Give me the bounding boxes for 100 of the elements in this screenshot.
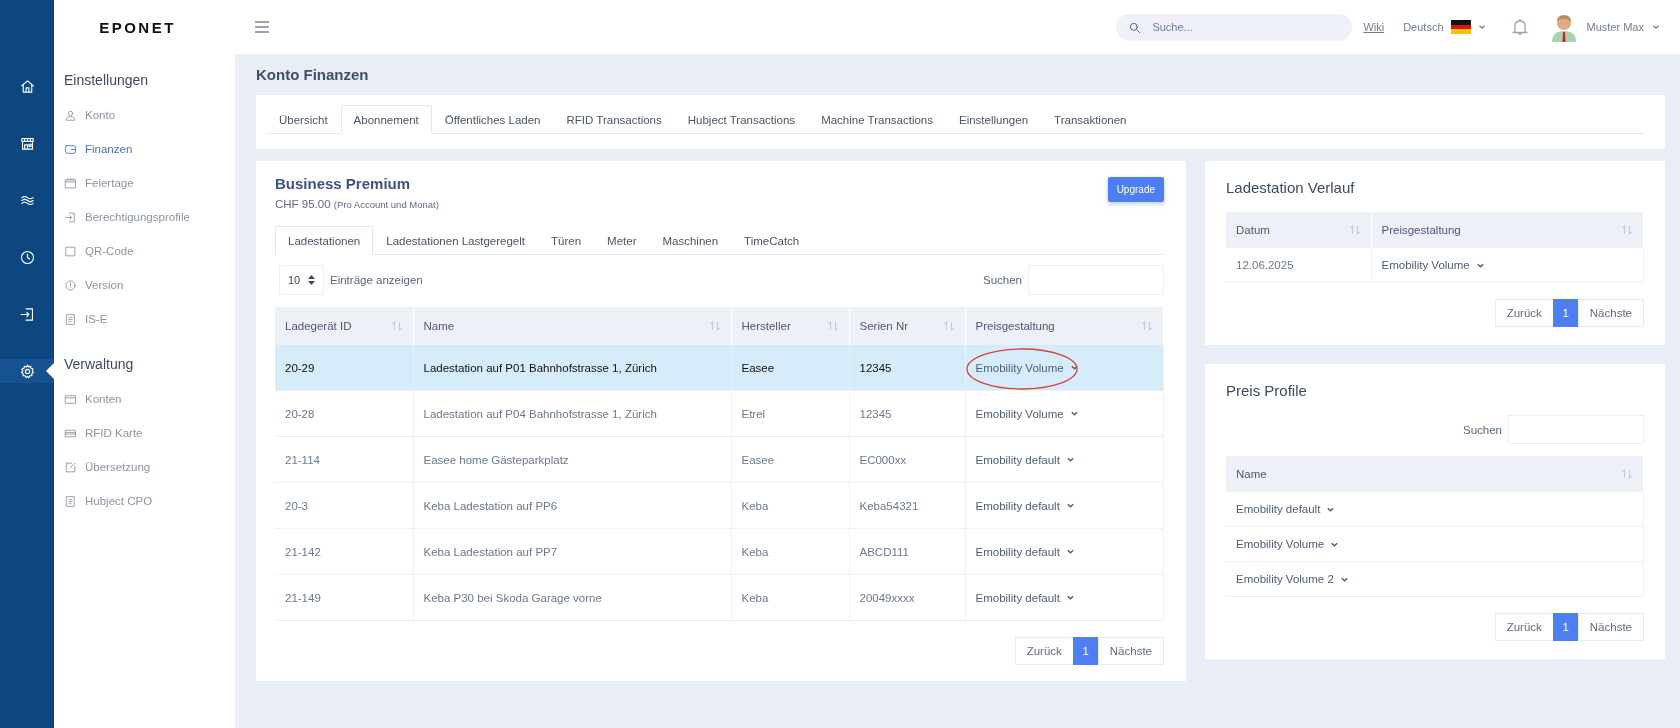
menu-icon[interactable]	[255, 21, 269, 33]
sort-icon[interactable]	[942, 319, 955, 332]
pricing-dropdown[interactable]: Emobility default	[975, 545, 1075, 558]
table-cell: Keba54321	[849, 482, 965, 529]
profile-dropdown[interactable]: Emobility Volume	[1236, 538, 1340, 550]
tab[interactable]: Meter	[594, 226, 650, 255]
home-icon	[18, 77, 36, 95]
page-button[interactable]: 1	[1552, 613, 1579, 641]
tab[interactable]: Hubject Transactions	[674, 105, 809, 134]
bell-icon[interactable]	[1511, 18, 1528, 36]
sidebar-heading: Einstellungen	[64, 72, 150, 88]
tab[interactable]: Übersicht	[266, 105, 341, 134]
sort-icon[interactable]	[1621, 223, 1633, 236]
table-cell: Ladestation auf P04 Bahnhofstrasse 1, Zürich	[413, 390, 731, 437]
pricing-dropdown[interactable]: Emobility default	[975, 591, 1075, 604]
tab[interactable]: Türen	[538, 226, 595, 255]
clock-icon	[18, 248, 36, 266]
column-header[interactable]: Name	[413, 307, 731, 345]
table-cell: Keba	[731, 574, 849, 621]
column-header[interactable]: Serien Nr	[849, 307, 965, 345]
sort-icon[interactable]	[708, 319, 721, 332]
tab[interactable]: Ladestationen	[275, 226, 374, 255]
search-field[interactable]: Suche...	[1116, 13, 1353, 41]
upgrade-button[interactable]: Upgrade	[1107, 177, 1164, 202]
search-icon	[1128, 20, 1143, 35]
tab[interactable]: Transaktionen	[1041, 105, 1140, 134]
login-icon	[64, 210, 77, 224]
column-header[interactable]: Ladegerät ID	[275, 307, 413, 345]
plan-price: CHF 95.00 (Pro Account und Monat)	[275, 198, 439, 210]
next-page-button[interactable]: Nächste	[1097, 637, 1164, 665]
previous-page-button[interactable]: Zurück	[1494, 299, 1554, 327]
user-icon	[64, 108, 77, 122]
next-page-button[interactable]: Nächste	[1577, 613, 1644, 641]
caret-icon	[1065, 501, 1075, 510]
profile-dropdown[interactable]: Emobility default	[1236, 503, 1336, 515]
table-cell: 20049xxxx	[849, 574, 965, 621]
tab[interactable]: Öffentliches Laden	[431, 105, 554, 134]
tab[interactable]: TimeCatch	[731, 226, 813, 255]
info-icon	[64, 278, 77, 292]
previous-page-button[interactable]: Zurück	[1494, 613, 1554, 641]
caret-icon	[1477, 23, 1486, 31]
pricing-dropdown[interactable]: Emobility Volume	[975, 407, 1079, 420]
page-button[interactable]: 1	[1552, 299, 1579, 327]
language-label[interactable]: Deutsch	[1403, 21, 1444, 33]
caret-icon	[1065, 455, 1075, 464]
pricing-dropdown[interactable]: Emobility default	[975, 499, 1075, 512]
sort-icon[interactable]	[826, 319, 839, 332]
sidebar-heading: Verwaltung	[64, 356, 135, 372]
caret-icon	[1069, 409, 1079, 418]
calendar-icon	[64, 176, 77, 190]
column-header[interactable]: Preisgestaltung	[1371, 212, 1644, 248]
page-size-select[interactable]: 10	[279, 265, 324, 295]
tab[interactable]: RFID Transactions	[553, 105, 675, 134]
profile-dropdown[interactable]: Emobility Volume 2	[1236, 573, 1349, 585]
next-page-button[interactable]: Nächste	[1577, 299, 1644, 327]
page-title: Konto Finanzen	[256, 66, 370, 83]
caret-icon	[1065, 593, 1075, 602]
sidebar-item[interactable]: Finanzen	[64, 132, 235, 166]
pricing-dropdown[interactable]: Emobility Volume	[1381, 259, 1485, 271]
user-name[interactable]: Muster Max	[1586, 21, 1644, 33]
table-cell: Easee	[731, 344, 849, 391]
pricing-dropdown[interactable]: Emobility default	[975, 453, 1075, 466]
sort-icon[interactable]	[1348, 223, 1361, 236]
document-icon	[64, 312, 77, 326]
table-cell: 20-28	[275, 390, 413, 437]
card-title: Preis Profile	[1226, 382, 1308, 399]
caret-icon	[1652, 23, 1660, 31]
wiki-link[interactable]: Wiki	[1363, 21, 1385, 33]
table-cell: Easee home Gästeparkplatz	[413, 436, 731, 483]
table-cell: Keba Ladestation auf PP7	[413, 528, 731, 575]
sort-icon[interactable]	[390, 319, 403, 332]
tab[interactable]: Machine Transactions	[808, 105, 946, 134]
tab[interactable]: Abonnement	[340, 105, 432, 134]
tab[interactable]: Ladestationen Lastgeregelt	[373, 226, 538, 255]
previous-page-button[interactable]: Zurück	[1014, 637, 1074, 665]
table-cell: 12.06.2025	[1226, 247, 1371, 283]
column-header[interactable]: Name	[1226, 456, 1644, 492]
table-cell: Keba	[731, 482, 849, 529]
table-cell: Keba Ladestation auf PP6	[413, 482, 731, 529]
spinner-arrows-icon[interactable]	[308, 275, 315, 285]
column-header[interactable]: Datum	[1226, 212, 1371, 248]
table-cell: Easee	[731, 436, 849, 483]
column-header[interactable]: Preisgestaltung	[965, 307, 1164, 345]
column-header[interactable]: Hersteller	[731, 307, 849, 345]
table-cell: EC000xx	[849, 436, 965, 483]
sort-icon[interactable]	[1141, 319, 1153, 332]
plan-name: Business Premium	[275, 175, 412, 192]
card-title: Ladestation Verlauf	[1226, 179, 1356, 196]
page-button[interactable]: 1	[1072, 637, 1099, 665]
rail-item[interactable]	[0, 359, 54, 383]
login-icon	[18, 305, 36, 323]
edit-icon	[64, 460, 77, 474]
table-cell: ABCD111	[849, 528, 965, 575]
flag-icon	[1450, 20, 1471, 34]
tab[interactable]: Maschinen	[649, 226, 732, 255]
sort-icon[interactable]	[1621, 467, 1633, 480]
table-cell: 21-142	[275, 528, 413, 575]
tab[interactable]: Einstellungen	[946, 105, 1042, 134]
wallet-icon	[64, 142, 77, 156]
caret-icon	[1065, 547, 1075, 556]
